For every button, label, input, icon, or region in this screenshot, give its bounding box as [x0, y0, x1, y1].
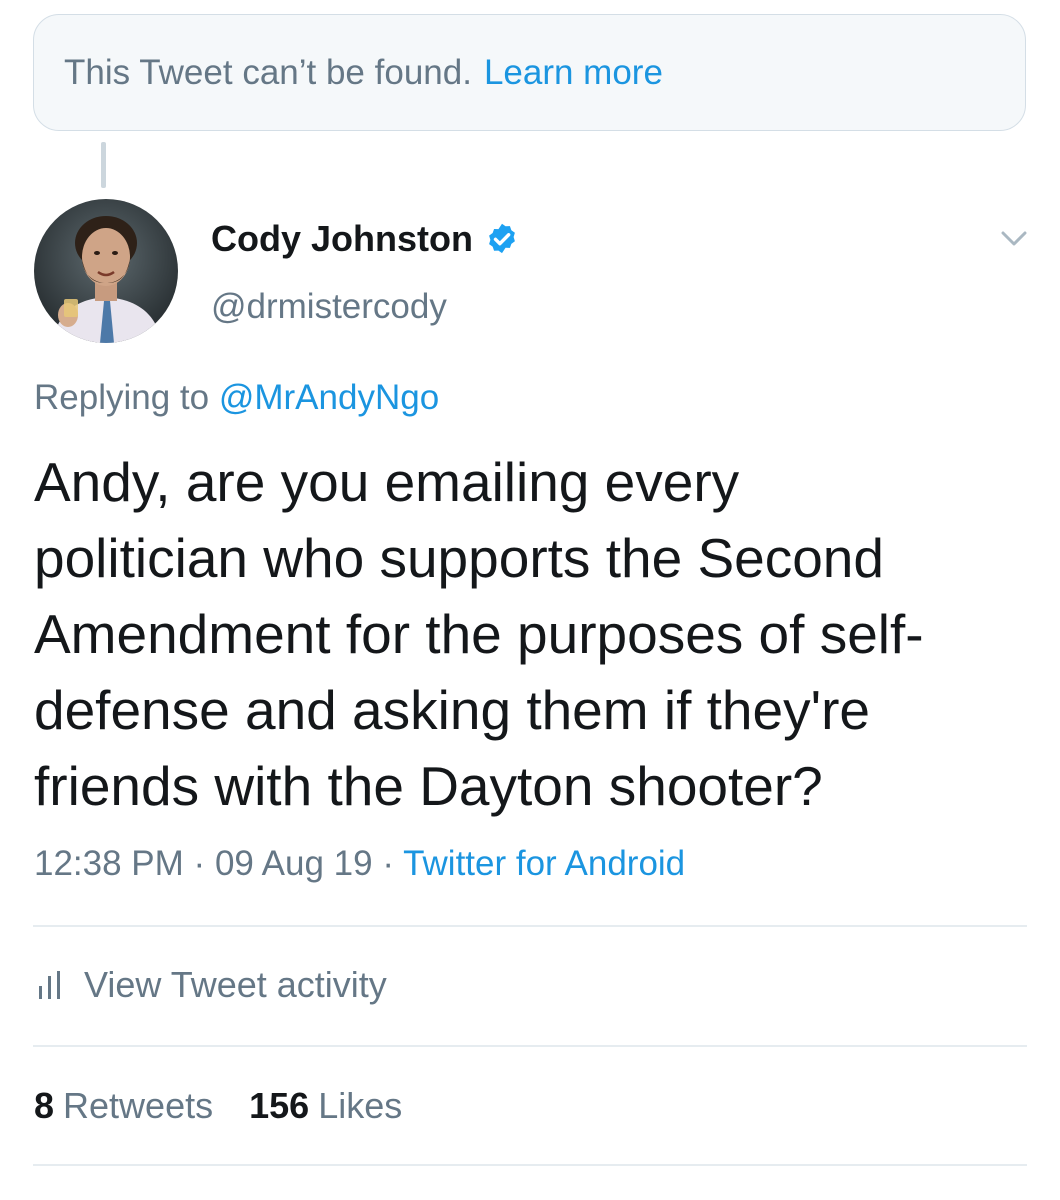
tweet-unavailable-notice: This Tweet can’t be found. Learn more [33, 14, 1026, 131]
tweet-meta: 12:38 PM · 09 Aug 19 · Twitter for Andro… [34, 844, 685, 884]
display-name-text: Cody Johnston [211, 218, 473, 259]
retweets-count: 8 [34, 1085, 55, 1126]
author-display-name[interactable]: Cody Johnston [211, 218, 519, 260]
avatar[interactable] [34, 199, 178, 343]
divider [33, 1164, 1027, 1166]
likes-count: 156 [249, 1085, 310, 1126]
chevron-down-icon[interactable] [997, 222, 1031, 256]
meta-separator: · [193, 844, 206, 883]
tweet-time: 12:38 PM [34, 844, 184, 883]
author-handle[interactable]: @drmistercody [211, 287, 447, 327]
replying-to-label: Replying to [34, 378, 210, 417]
divider [33, 925, 1027, 927]
reply-mention-link[interactable]: @MrAndyNgo [219, 378, 439, 417]
view-tweet-activity-button[interactable]: View Tweet activity [38, 964, 387, 1006]
notice-text: This Tweet can’t be found. [64, 52, 472, 92]
replying-to-line: Replying to @MrAndyNgo [34, 378, 439, 418]
divider [33, 1045, 1027, 1047]
likes-stat[interactable]: 156 Likes [249, 1085, 402, 1127]
tweet-source-link[interactable]: Twitter for Android [403, 844, 685, 883]
likes-label: Likes [318, 1085, 403, 1126]
retweets-stat[interactable]: 8 Retweets [34, 1085, 213, 1127]
tweet-stats: 8 Retweets 156 Likes [34, 1085, 402, 1127]
avatar-photo-icon [34, 199, 178, 343]
tweet-date: 09 Aug 19 [214, 844, 373, 883]
tweet-text: Andy, are you emailing every politician … [34, 451, 924, 817]
verified-badge-icon [489, 223, 515, 254]
view-tweet-activity-label: View Tweet activity [84, 964, 387, 1005]
thread-connector-line [101, 142, 106, 188]
bar-chart-icon [39, 971, 60, 999]
meta-separator: · [382, 844, 394, 883]
learn-more-link[interactable]: Learn more [484, 53, 663, 93]
retweets-label: Retweets [63, 1085, 214, 1126]
